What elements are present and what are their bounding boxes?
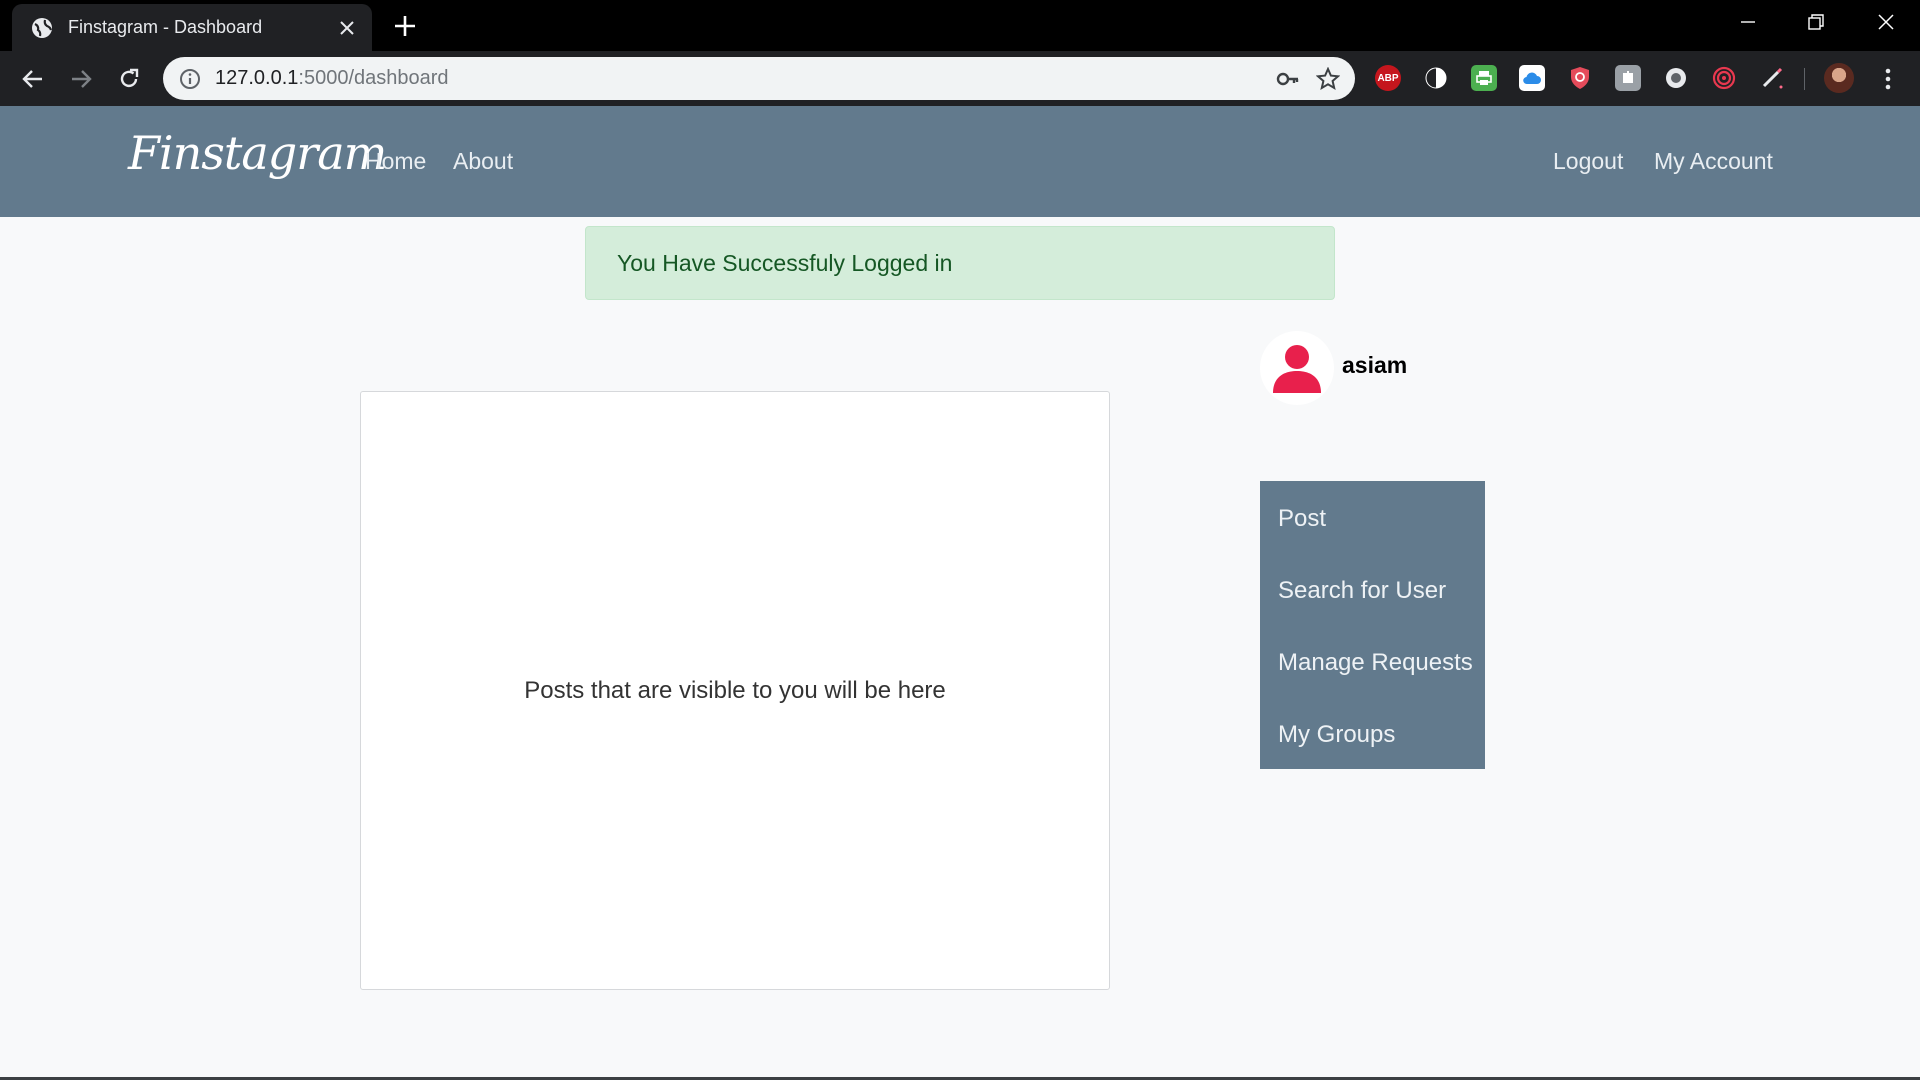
circle-icon[interactable] <box>1663 65 1689 91</box>
restore-icon[interactable] <box>1782 0 1850 44</box>
sidebar-item-search-user[interactable]: Search for User <box>1278 577 1446 605</box>
abp-icon[interactable]: ABP <box>1375 65 1401 91</box>
reload-icon[interactable] <box>114 64 144 94</box>
shield-icon[interactable] <box>1567 65 1593 91</box>
cloud-icon[interactable] <box>1519 65 1545 91</box>
brand-logo[interactable]: Finstagram <box>128 126 387 180</box>
sidebar-item-manage-requests[interactable]: Manage Requests <box>1278 649 1473 677</box>
toolbar-divider <box>1804 68 1805 90</box>
browser-toolbar: 127.0.0.1:5000/dashboard ABP <box>0 51 1920 106</box>
success-alert: You Have Successfuly Logged in <box>585 226 1335 300</box>
site-navbar: Finstagram Home About Logout My Account <box>0 106 1920 217</box>
abp-label: ABP <box>1377 72 1399 84</box>
minimize-icon[interactable] <box>1714 0 1782 44</box>
browser-tab[interactable]: Finstagram - Dashboard <box>12 4 372 51</box>
nav-link-logout[interactable]: Logout <box>1553 148 1623 175</box>
url-host: 127.0.0.1 <box>215 67 299 89</box>
globe-icon <box>31 17 53 39</box>
sidebar-menu: Post Search for User Manage Requests My … <box>1260 481 1485 769</box>
pen-icon[interactable] <box>1759 65 1785 91</box>
spiral-icon[interactable] <box>1711 65 1737 91</box>
close-window-icon[interactable] <box>1852 0 1920 44</box>
key-icon[interactable] <box>1275 66 1301 92</box>
feed-placeholder: Posts that are visible to you will be he… <box>524 676 946 704</box>
sidebar-item-post[interactable]: Post <box>1278 505 1326 533</box>
user-icon <box>1273 345 1321 393</box>
forward-arrow-icon[interactable] <box>66 64 96 94</box>
posts-feed: Posts that are visible to you will be he… <box>360 391 1110 990</box>
alert-message: You Have Successfuly Logged in <box>617 249 953 276</box>
user-avatar[interactable] <box>1260 331 1334 405</box>
nav-link-about[interactable]: About <box>453 148 513 175</box>
browser-titlebar: Finstagram - Dashboard <box>0 0 1920 51</box>
nav-link-home[interactable]: Home <box>365 148 426 175</box>
new-tab-icon[interactable] <box>391 12 419 40</box>
back-arrow-icon[interactable] <box>18 64 48 94</box>
site-info-icon[interactable] <box>179 68 201 90</box>
star-icon[interactable] <box>1315 66 1341 92</box>
sidebar-item-my-groups[interactable]: My Groups <box>1278 721 1395 749</box>
profile-avatar-icon[interactable] <box>1824 63 1854 93</box>
url-text: 127.0.0.1:5000/dashboard <box>215 67 1275 90</box>
dark-reader-icon[interactable] <box>1423 65 1449 91</box>
nav-link-my-account[interactable]: My Account <box>1654 148 1773 175</box>
tab-title: Finstagram - Dashboard <box>68 17 263 37</box>
address-bar[interactable]: 127.0.0.1:5000/dashboard <box>163 57 1355 100</box>
printer-icon[interactable] <box>1471 65 1497 91</box>
menu-kebab-icon[interactable] <box>1873 64 1903 94</box>
close-tab-icon[interactable] <box>336 17 358 39</box>
profile-username[interactable]: asiam <box>1342 352 1407 379</box>
url-path: :5000/dashboard <box>298 67 449 89</box>
extension-icon[interactable] <box>1615 65 1641 91</box>
